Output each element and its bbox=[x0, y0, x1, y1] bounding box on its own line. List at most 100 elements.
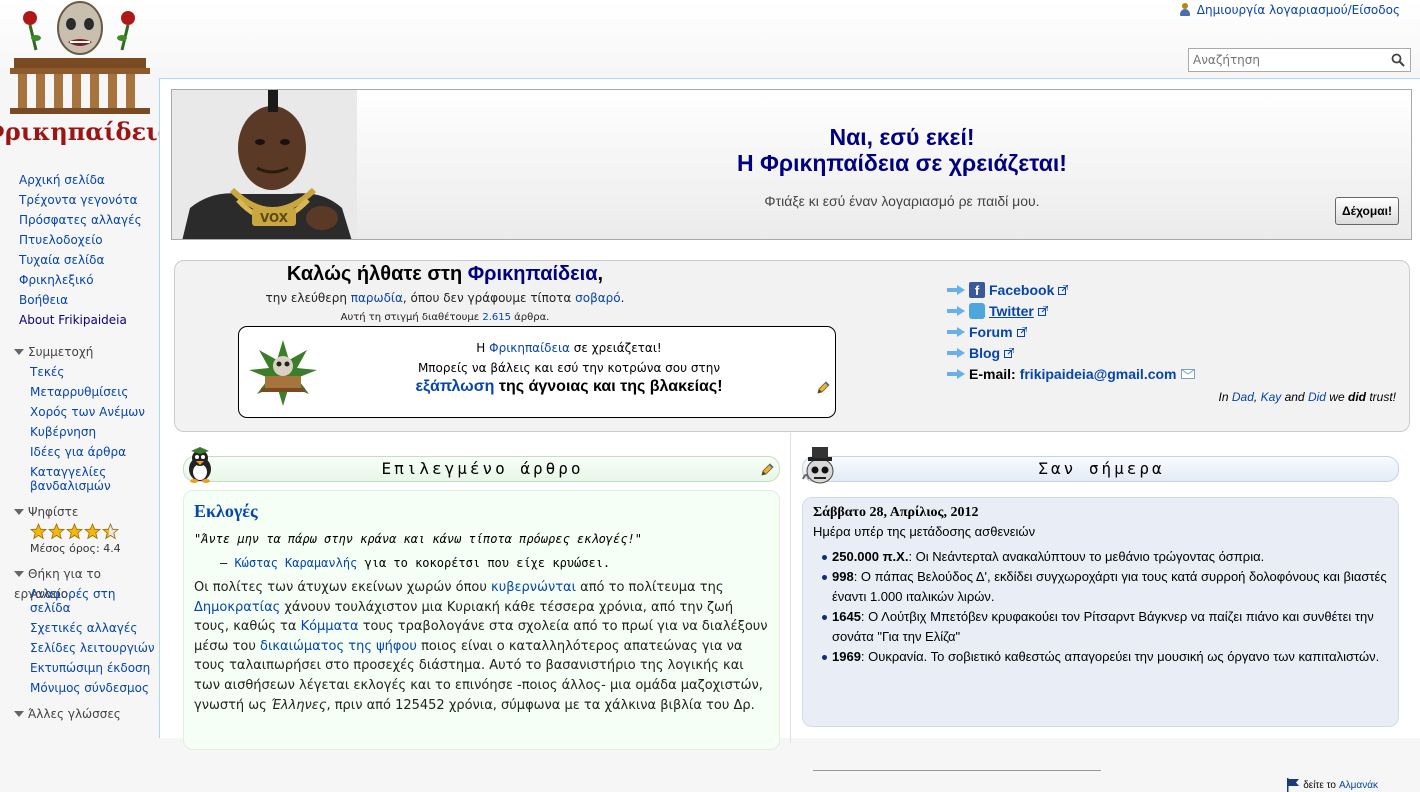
forum-link[interactable]: Forum bbox=[969, 324, 1013, 340]
top-bar: Δημιουργία λογαριασμού/Είσοδος bbox=[0, 0, 1420, 78]
external-link-icon bbox=[1037, 305, 1048, 316]
rating-stars[interactable] bbox=[30, 522, 158, 540]
search-input[interactable] bbox=[1189, 49, 1379, 71]
social-item-facebook: f Facebook bbox=[947, 279, 1195, 300]
social-item-twitter: Twitter bbox=[947, 300, 1195, 321]
arrow-icon bbox=[947, 305, 965, 316]
rating-star-icon[interactable] bbox=[66, 522, 83, 540]
featured-quote-attribution: – Κώστας Καραμανλής για το κοκορέτσι που… bbox=[220, 556, 611, 570]
accept-button[interactable]: Δέχομαι! bbox=[1335, 197, 1399, 225]
nav-item-recent-changes[interactable]: Πρόσφατες αλλαγές bbox=[19, 210, 158, 230]
search-icon[interactable] bbox=[1391, 53, 1405, 67]
article-count: Αυτή τη στιγμή διαθέτουμε 2.615 άρθρα. bbox=[340, 312, 550, 323]
column-divider bbox=[790, 433, 791, 743]
languages-heading[interactable]: Άλλες γλώσσες bbox=[0, 704, 158, 724]
participation-item-tekes[interactable]: Τεκές bbox=[30, 362, 158, 382]
on-this-day-events: 250.000 π.Χ.: Οι Νεάντερταλ ανακαλύπτουν… bbox=[813, 547, 1388, 667]
site-logo[interactable]: Φρικηπαίδεια bbox=[0, 0, 160, 160]
external-link-icon bbox=[1004, 347, 1015, 358]
trust-motto: In Dad, Kay and Did we did trust! bbox=[1218, 390, 1396, 404]
social-item-email: E-mail: frikipaideia@gmail.com bbox=[947, 363, 1195, 384]
on-this-day-box: Σάββατο 28, Απρίλιος, 2012 Ημέρα υπέρ τη… bbox=[802, 497, 1399, 792]
did-link[interactable]: Did bbox=[1308, 390, 1326, 404]
expansion-link[interactable]: εξάπλωση bbox=[415, 378, 494, 395]
flag-icon bbox=[1287, 778, 1300, 792]
pencil-icon[interactable] bbox=[815, 380, 831, 396]
nav-item-random-page[interactable]: Τυχαία σελίδα bbox=[19, 250, 158, 270]
email-link[interactable]: frikipaideia@gmail.com bbox=[1020, 366, 1177, 382]
nav-item-dictionary[interactable]: Φρικηλεξικό bbox=[19, 270, 158, 290]
toolbox-item-permalink[interactable]: Μόνιμος σύνδεσμος bbox=[30, 678, 158, 698]
toolbox-heading[interactable]: Θήκη για το εργαλείο bbox=[0, 564, 158, 601]
social-item-blog: Blog bbox=[947, 342, 1195, 363]
featured-article-heading: Επιλεγμένο άρθρο bbox=[381, 459, 584, 478]
dad-link[interactable]: Dad bbox=[1232, 390, 1254, 404]
nav-item-current-events[interactable]: Τρέχοντα γεγονότα bbox=[19, 190, 158, 210]
parties-link[interactable]: Κόμματα bbox=[301, 619, 359, 634]
pencil-icon[interactable] bbox=[759, 462, 775, 478]
rating-star-icon[interactable] bbox=[30, 522, 47, 540]
kay-link[interactable]: Kay bbox=[1261, 390, 1282, 404]
facebook-link[interactable]: Facebook bbox=[989, 282, 1054, 298]
karamanlis-link[interactable]: Κώστας Καραμανλής bbox=[234, 556, 357, 570]
featured-quote: "Άντε μην τα πάρω στην κράνα και κάνω τί… bbox=[194, 532, 642, 546]
participation-item-dance[interactable]: Χορός των Ανέμων bbox=[30, 402, 158, 422]
external-link-icon bbox=[1058, 284, 1069, 295]
penguin-icon bbox=[189, 447, 211, 483]
featured-article-body: Οι πολίτες των άτυχων εκείνων χωρών όπου… bbox=[194, 580, 768, 713]
serious-link[interactable]: σοβαρό bbox=[575, 291, 620, 305]
banner-subtitle: Φτιάξε κι εσύ έναν λογαριασμό ρε παιδί μ… bbox=[764, 193, 1040, 209]
welcome-box: Καλώς ήλθατε στη Φρικηπαίδεια, την ελεύθ… bbox=[174, 260, 1410, 432]
help-wanted-box: Η Φρικηπαίδεια σε χρειάζεται! Μπορείς να… bbox=[238, 326, 836, 418]
participation-item-reforms[interactable]: Μεταρρυθμίσεις bbox=[30, 382, 158, 402]
on-this-day-header: Σαν σήμερα bbox=[802, 456, 1399, 482]
personal-tools: Δημιουργία λογαριασμού/Είσοδος bbox=[1179, 3, 1400, 17]
collapse-triangle-icon bbox=[14, 509, 24, 515]
toolbox-item-special-pages[interactable]: Σελίδες λειτουργιών bbox=[30, 638, 158, 658]
help-line-1: Η Φρικηπαίδεια σε χρειάζεται! bbox=[476, 341, 662, 355]
twitter-icon bbox=[969, 302, 985, 319]
twitter-link[interactable]: Twitter bbox=[989, 303, 1034, 319]
participation-item-ideas[interactable]: Ιδέες για άρθρα bbox=[30, 442, 158, 462]
participation-item-government[interactable]: Κυβέρνηση bbox=[30, 422, 158, 442]
arrow-icon bbox=[947, 326, 965, 337]
governed-link[interactable]: κυβερνώνται bbox=[491, 580, 576, 595]
featured-article-title[interactable]: Εκλογές bbox=[194, 501, 769, 522]
event-item: 1969: Ουκρανία. Το σοβιετικό καθεστώς απ… bbox=[822, 647, 1388, 667]
rating-heading[interactable]: Ψηφίστε bbox=[0, 502, 158, 522]
right-to-vote-link[interactable]: δικαιώματος της ψήφου bbox=[260, 639, 417, 654]
social-item-forum: Forum bbox=[947, 321, 1195, 342]
signup-banner: VOX Ναι, εσύ εκεί! Η Φρικηπαίδεια σε χρε… bbox=[171, 89, 1412, 240]
collapse-triangle-icon bbox=[14, 571, 24, 577]
participation-item-vandalism[interactable]: Καταγγελίες βανδαλισμών bbox=[30, 462, 158, 496]
skull-hat-icon bbox=[802, 447, 834, 484]
nav-item-help[interactable]: Βοήθεια bbox=[19, 290, 158, 310]
featured-article-box: Εκλογές "Άντε μην τα πάρω στην κράνα και… bbox=[183, 490, 780, 750]
participation-heading[interactable]: Συμμετοχή bbox=[0, 342, 158, 362]
frikipaideia-link[interactable]: Φρικηπαίδεια bbox=[489, 341, 570, 355]
rating-star-icon[interactable] bbox=[84, 522, 101, 540]
skull-leaf-logo bbox=[249, 340, 317, 406]
nav-item-spittoon[interactable]: Πτυελοδοχείο bbox=[19, 230, 158, 250]
rating-average: Μέσος όρος: 4.4 bbox=[30, 542, 121, 555]
arrow-icon bbox=[947, 347, 965, 358]
collapse-triangle-icon bbox=[14, 711, 24, 717]
parody-link[interactable]: παρωδία bbox=[351, 291, 403, 305]
nav-item-main-page[interactable]: Αρχική σελίδα bbox=[19, 170, 158, 190]
almanac-link[interactable]: Αλμανάκ bbox=[1339, 780, 1378, 791]
event-item: 1645: Ο Λούτβιχ Μπετόβεν κρυφακούει τον … bbox=[822, 607, 1388, 647]
blog-link[interactable]: Blog bbox=[969, 345, 1000, 361]
event-item: 998: Ο πάπας Βελούδος Δ', εκδίδει συγχωρ… bbox=[822, 567, 1388, 607]
rating-star-icon[interactable] bbox=[102, 522, 119, 540]
nav-item-about[interactable]: About Frikipaideia bbox=[19, 310, 158, 330]
welcome-brand-link[interactable]: Φρικηπαίδεια bbox=[468, 263, 598, 285]
banner-heading-2: Η Φρικηπαίδεια σε χρειάζεται! bbox=[737, 150, 1067, 176]
toolbox-item-related-changes[interactable]: Σχετικές αλλαγές bbox=[30, 618, 158, 638]
rating-star-icon[interactable] bbox=[48, 522, 65, 540]
mail-icon bbox=[1180, 368, 1195, 379]
toolbox-item-printable[interactable]: Εκτυπώσιμη έκδοση bbox=[30, 658, 158, 678]
svg-text:Φρικηπαίδεια: Φρικηπαίδεια bbox=[0, 117, 160, 146]
create-account-login-link[interactable]: Δημιουργία λογαριασμού/Είσοδος bbox=[1197, 3, 1400, 17]
article-count-link[interactable]: 2.615 bbox=[482, 312, 511, 323]
democracy-link[interactable]: Δημοκρατίας bbox=[194, 600, 280, 615]
